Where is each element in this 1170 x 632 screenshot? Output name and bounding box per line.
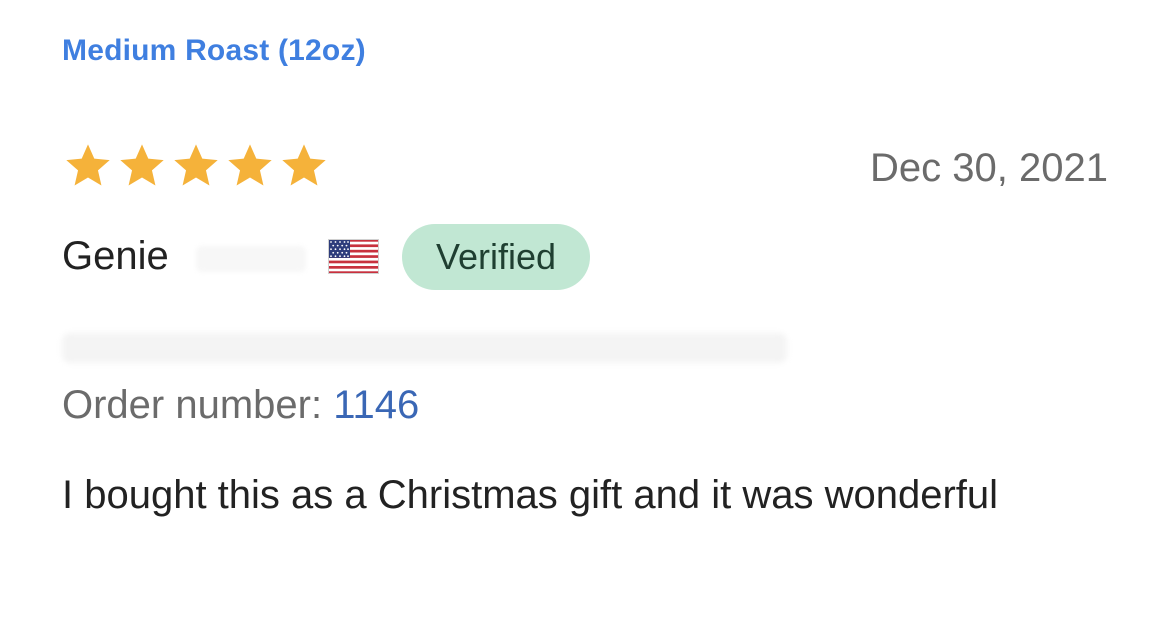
redacted-email: [62, 333, 787, 363]
star-icon: [174, 144, 218, 186]
review-body: I bought this as a Christmas gift and it…: [62, 473, 999, 517]
star-icon: [282, 144, 326, 186]
order-number-row: Order number: 1146: [62, 383, 419, 428]
redacted-surname: [196, 246, 306, 272]
review-date: Dec 30, 2021: [870, 146, 1108, 190]
product-variant-link[interactable]: Medium Roast (12oz): [62, 34, 366, 68]
verified-badge: Verified: [402, 224, 590, 290]
star-icon: [120, 144, 164, 186]
star-rating: [62, 140, 330, 192]
star-icon: [66, 144, 110, 186]
star-icon: [228, 144, 272, 186]
order-number-label: Order number:: [62, 383, 323, 427]
reviewer-name: Genie: [62, 234, 169, 278]
us-flag-icon: [328, 239, 379, 274]
order-number-link[interactable]: 1146: [333, 383, 419, 427]
verified-label: Verified: [435, 236, 557, 277]
